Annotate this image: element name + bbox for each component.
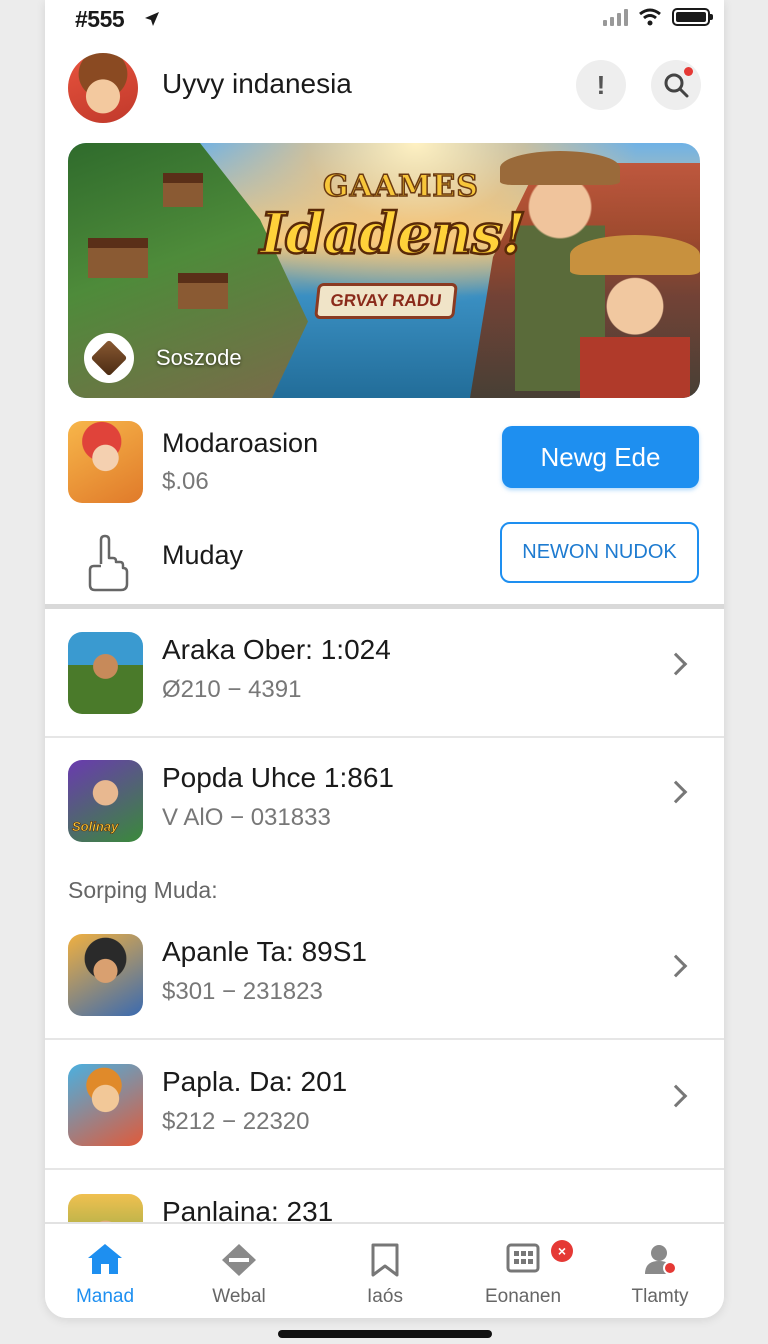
- status-bar: #555: [45, 0, 724, 38]
- grid-icon: [506, 1243, 540, 1273]
- tab-label: Webal: [212, 1286, 266, 1307]
- app-icon-araka: [68, 632, 143, 714]
- tab-tlamty[interactable]: Tlamty: [600, 1224, 720, 1318]
- featured-name: Modaroasion: [162, 428, 319, 458]
- signal-icon: [603, 8, 628, 26]
- secondary-action-button[interactable]: NEWON NUDOK: [500, 522, 699, 583]
- app-icon-apanle: [68, 934, 143, 1016]
- status-time: #555: [75, 6, 125, 32]
- list-item-title: Araka Ober: 1:024: [162, 634, 391, 665]
- location-arrow-icon: [145, 12, 159, 26]
- tab-manad[interactable]: Manad: [45, 1224, 165, 1318]
- app-icon-label: Solinay: [72, 819, 119, 835]
- list-item[interactable]: Solinay Popda Uhce 1:861 V AlO − 031833: [45, 738, 724, 866]
- crate-icon: [90, 339, 128, 377]
- primary-action-button[interactable]: Newg Ede: [502, 426, 699, 488]
- banner-badge: [84, 333, 134, 383]
- tab-label: Iaós: [367, 1286, 403, 1307]
- list-item-title: Popda Uhce 1:861: [162, 762, 394, 793]
- wifi-icon: [639, 8, 661, 26]
- banner-hut: [88, 238, 148, 278]
- chevron-right-icon: [664, 954, 688, 978]
- page-title: Uyvy indanesia: [162, 68, 352, 99]
- featured-price: $.06: [162, 468, 209, 495]
- status-icons: [603, 8, 713, 26]
- list-item-title: Apanle Ta: 89S1: [162, 936, 367, 967]
- app-icon-modaroasion[interactable]: [68, 421, 143, 503]
- promo-banner[interactable]: GAAMES Idadens! GRVAY RADU Soszode: [68, 143, 700, 398]
- list-item[interactable]: Apanle Ta: 89S1 $301 − 231823: [45, 912, 724, 1040]
- bookmark-icon: [371, 1243, 399, 1277]
- chevron-right-icon: [664, 652, 688, 676]
- exclamation-icon: !: [596, 69, 606, 100]
- home-icon: [88, 1244, 122, 1274]
- banner-hut: [163, 173, 203, 207]
- banner-title-top: GAAMES: [322, 168, 479, 205]
- section-heading: Sorping Muda:: [68, 877, 218, 903]
- list-item-subtitle: Ø210 − 4391: [162, 676, 302, 703]
- diamond-icon: [222, 1244, 256, 1276]
- notification-badge: ×: [551, 1240, 573, 1262]
- list-item-subtitle: $212 − 22320: [162, 1108, 310, 1135]
- banner-hut: [178, 273, 228, 309]
- info-button[interactable]: !: [576, 60, 626, 110]
- user-icon: [645, 1245, 677, 1275]
- notification-dot: [684, 67, 693, 76]
- bottom-tab-bar: Manad Webal Iaós × Eonanen Tlamty: [45, 1222, 724, 1318]
- tab-label: Manad: [75, 1286, 135, 1307]
- section-divider: [45, 604, 724, 609]
- banner-hat: [570, 235, 700, 275]
- list-item-subtitle: $301 − 231823: [162, 978, 323, 1005]
- banner-hat: [500, 151, 620, 185]
- list-item-title: Papla. Da: 201: [162, 1066, 348, 1097]
- profile-avatar[interactable]: [68, 53, 138, 123]
- search-icon: [664, 73, 689, 98]
- phone-screen: #555 Uyvy indanesia ! GAAMES Idadens! GR…: [45, 0, 724, 1318]
- hand-pointer-icon: [88, 534, 129, 592]
- featured-name: Muday: [162, 540, 244, 570]
- list-item[interactable]: Papla. Da: 201 $212 − 22320: [45, 1042, 724, 1170]
- battery-icon: [672, 8, 713, 26]
- banner-ribbon: GRVAY RADU: [314, 283, 458, 319]
- tab-eonanen[interactable]: × Eonanen: [463, 1224, 583, 1318]
- chevron-right-icon: [664, 1084, 688, 1108]
- tab-webal[interactable]: Webal: [179, 1224, 299, 1318]
- list-item[interactable]: Araka Ober: 1:024 Ø210 − 4391: [45, 610, 724, 738]
- tab-label: Tlamty: [631, 1286, 689, 1307]
- tab-iaos[interactable]: Iaós: [325, 1224, 445, 1318]
- banner-title: Idadens!: [259, 200, 528, 269]
- app-icon-popda: Solinay: [68, 760, 143, 842]
- tab-label: Eonanen: [484, 1286, 562, 1307]
- app-icon-papla: [68, 1064, 143, 1146]
- banner-caption: Soszode: [156, 345, 242, 370]
- chevron-right-icon: [664, 780, 688, 804]
- home-indicator[interactable]: [278, 1330, 492, 1338]
- banner-character-boy: [580, 263, 690, 398]
- list-item-subtitle: V AlO − 031833: [162, 804, 331, 831]
- search-button[interactable]: [651, 60, 701, 110]
